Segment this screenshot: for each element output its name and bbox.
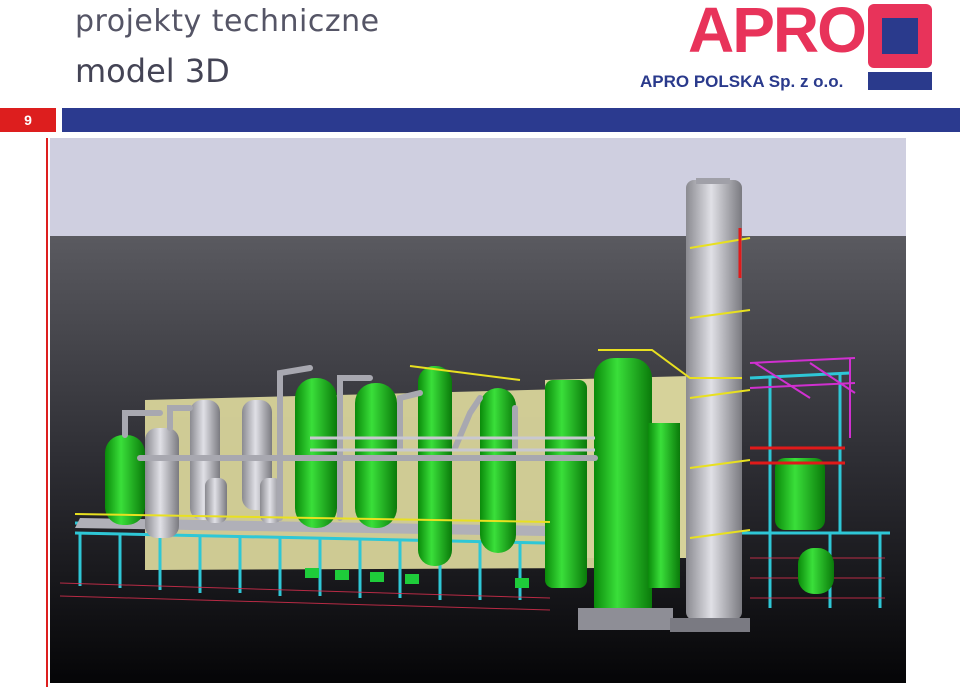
company-logo: APRO APRO POLSKA Sp. z o.o. (636, 0, 936, 96)
header-bar (62, 108, 960, 132)
slide-title-line1: projekty techniczne (75, 4, 380, 39)
model-3d-viewport (50, 138, 906, 683)
slide-title-line2: model 3D (75, 52, 230, 90)
logo-wordmark: APRO (688, 0, 867, 66)
logo-square-icon (868, 4, 932, 90)
left-divider (46, 138, 48, 687)
plant-3d-model-icon (50, 138, 906, 683)
slide-number: 9 (0, 108, 56, 132)
logo-company-name: APRO POLSKA Sp. z o.o. (640, 72, 844, 91)
